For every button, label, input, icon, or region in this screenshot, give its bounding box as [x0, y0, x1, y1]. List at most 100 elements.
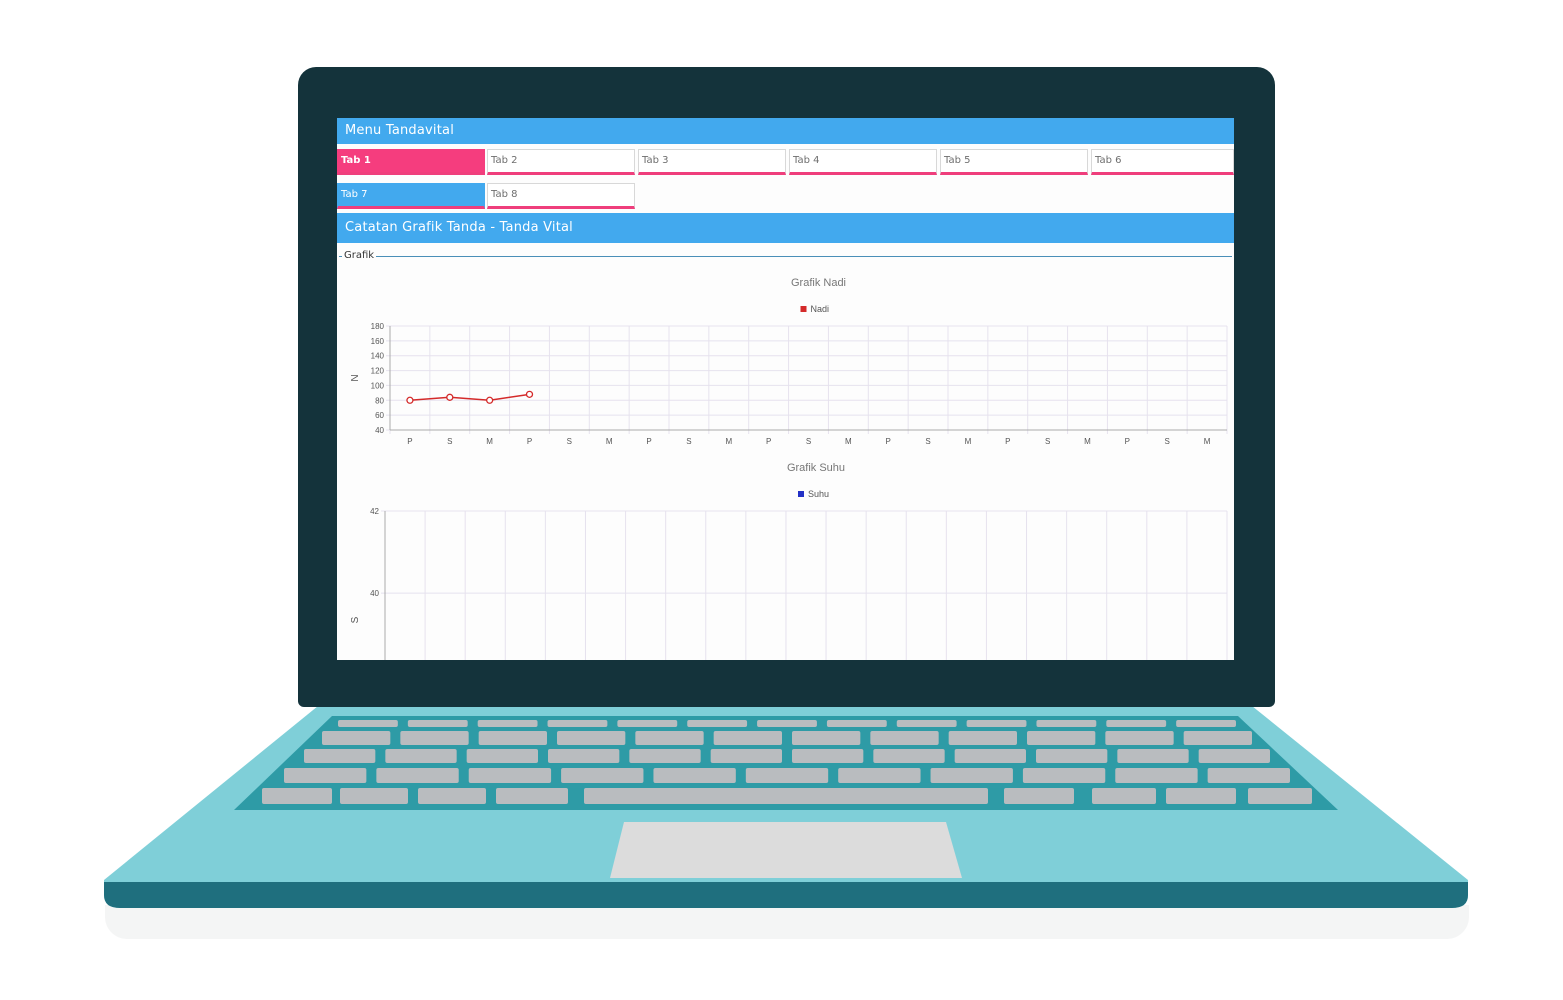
- key: [1027, 731, 1096, 745]
- key: [340, 788, 408, 804]
- key: [930, 768, 1013, 783]
- key: [1117, 749, 1189, 763]
- data-point: [525, 390, 534, 398]
- data-point: [446, 393, 454, 401]
- x-tick-label: M: [725, 437, 732, 446]
- key: [1207, 768, 1290, 783]
- tab-label: Tab 6: [1095, 155, 1122, 166]
- tab-5[interactable]: Tab 5: [940, 149, 1088, 175]
- key: [870, 731, 939, 745]
- key: [635, 731, 704, 745]
- key: [948, 731, 1017, 745]
- tab-label: Tab 4: [793, 155, 820, 166]
- x-tick-label: S: [686, 437, 691, 446]
- legend-label: Nadi: [811, 304, 830, 314]
- key: [873, 749, 945, 763]
- x-tick-label: M: [1204, 437, 1211, 446]
- data-point: [406, 396, 414, 404]
- key: [1198, 749, 1270, 763]
- key: [1115, 768, 1198, 783]
- x-tick-label: S: [1045, 437, 1050, 446]
- fieldset-legend: Grafik: [342, 250, 377, 262]
- tab-8[interactable]: Tab 8: [487, 183, 635, 209]
- y-axis-label: S: [350, 616, 361, 623]
- key: [896, 720, 957, 727]
- section-header: Catatan Grafik Tanda - Tanda Vital: [337, 213, 1234, 243]
- key: [400, 731, 469, 745]
- key: [1106, 720, 1167, 727]
- key: [477, 720, 538, 727]
- chart-nadi: Grafik Nadi Nadi 40 60 80 100 120 140 160 180 P S M P…: [350, 277, 1228, 446]
- chart-title: Grafik Suhu: [787, 462, 845, 474]
- key: [710, 749, 782, 763]
- key: [826, 720, 887, 727]
- key: [322, 731, 391, 745]
- x-tick-label: P: [1005, 437, 1010, 446]
- tab-label: Tab 2: [491, 155, 518, 166]
- key: [466, 749, 538, 763]
- key: [547, 720, 608, 727]
- data-point: [485, 396, 494, 404]
- key: [407, 720, 468, 727]
- key: [954, 749, 1026, 763]
- key: [557, 731, 626, 745]
- tab-2[interactable]: Tab 2: [487, 149, 635, 175]
- legend-swatch: [800, 306, 807, 312]
- x-tick-label: S: [806, 437, 811, 446]
- x-tick-label: S: [567, 437, 572, 446]
- y-tick-label: 180: [371, 322, 385, 331]
- tab-7[interactable]: Tab 7: [337, 183, 485, 209]
- y-tick-label: 80: [375, 396, 384, 405]
- key: [966, 720, 1027, 727]
- key: [792, 731, 861, 745]
- y-tick-label: 42: [370, 507, 379, 516]
- x-tick-label: S: [925, 437, 930, 446]
- x-tick-label: P: [527, 437, 532, 446]
- y-tick-label: 160: [371, 337, 385, 346]
- app-screen: Menu Tandavital Tab 1 Tab 2 Tab 3 Tab 4 …: [337, 118, 1234, 660]
- key: [838, 768, 921, 783]
- key: [1004, 788, 1074, 804]
- key: [713, 731, 782, 745]
- tab-3[interactable]: Tab 3: [638, 149, 786, 175]
- x-tick-label: P: [1125, 437, 1130, 446]
- key: [548, 749, 620, 763]
- trackpad: [610, 822, 962, 878]
- tab-label: Tab 3: [642, 155, 669, 166]
- x-tick-label: S: [1165, 437, 1170, 446]
- key: [385, 749, 457, 763]
- tab-label: Tab 7: [341, 189, 368, 200]
- tab-label: Tab 5: [944, 155, 971, 166]
- key: [468, 768, 552, 783]
- menu-header: Menu Tandavital: [337, 118, 1234, 144]
- key: [304, 749, 376, 763]
- key: [1022, 768, 1106, 783]
- tab-6[interactable]: Tab 6: [1091, 149, 1234, 175]
- y-tick-label: 100: [371, 381, 385, 390]
- fieldset-border: [339, 256, 1232, 257]
- key: [284, 768, 367, 783]
- tab-label: Tab 8: [491, 189, 518, 200]
- y-axis-label: N: [350, 374, 361, 381]
- y-tick-label: 140: [371, 352, 385, 361]
- key: [617, 720, 678, 727]
- y-tick-label: 40: [370, 589, 379, 598]
- laptop-mockup: Menu Tandavital Tab 1 Tab 2 Tab 3 Tab 4 …: [0, 0, 1563, 1000]
- x-tick-label: M: [965, 437, 972, 446]
- x-tick-label: P: [886, 437, 891, 446]
- tab-1[interactable]: Tab 1: [337, 149, 485, 175]
- key: [496, 788, 568, 804]
- x-tick-label: M: [1084, 437, 1091, 446]
- key: [1176, 720, 1236, 727]
- tab-4[interactable]: Tab 4: [789, 149, 937, 175]
- key: [629, 749, 701, 763]
- key: [757, 720, 817, 727]
- key: [1036, 749, 1108, 763]
- legend-swatch: [798, 491, 804, 497]
- x-tick-label: M: [845, 437, 852, 446]
- key: [376, 768, 459, 783]
- x-tick-label: M: [606, 437, 613, 446]
- y-tick-label: 120: [371, 367, 385, 376]
- key: [584, 788, 988, 804]
- chart-title: Grafik Nadi: [791, 277, 846, 289]
